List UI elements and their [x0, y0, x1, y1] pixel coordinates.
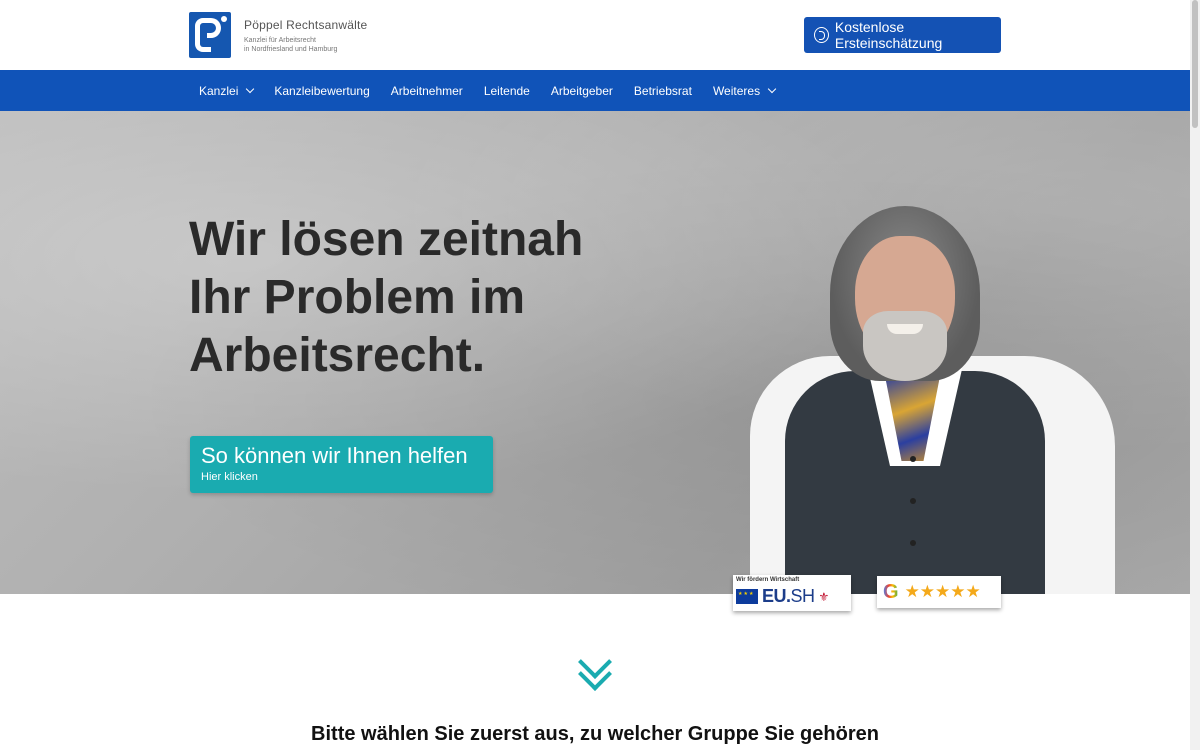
how-we-help-sublabel: Hier klicken [201, 471, 258, 483]
eu-sh-logo-bold: EU. [762, 586, 791, 606]
nav-label: Arbeitgeber [550, 83, 613, 98]
nav-label: Betriebsrat [633, 83, 692, 98]
free-assessment-label: Kostenlose Ersteinschätzung [834, 19, 943, 51]
page-scrollbar[interactable] [1190, 0, 1200, 750]
group-select-heading: Bitte wählen Sie zuerst aus, zu welcher … [311, 723, 879, 745]
google-logo-icon: G [883, 580, 899, 603]
eu-sh-logo-light: SH [790, 586, 816, 606]
site-logo[interactable]: Pöppel Rechtsanwälte Kanzlei für Arbeits… [189, 12, 369, 60]
main-nav: Kanzlei Kanzleibewertung Arbeitnehmer Le… [0, 70, 1190, 111]
chevron-down-icon [246, 84, 255, 94]
nav-item-arbeitgeber[interactable]: Arbeitgeber [551, 84, 613, 98]
hero-title-line-3: Arbeitsrecht. [189, 329, 486, 382]
nav-item-kanzlei[interactable]: Kanzlei [199, 83, 255, 98]
how-we-help-button[interactable]: So können wir Ihnen helfen Hier klicken [190, 436, 493, 493]
lawyer-portrait-image [745, 206, 1125, 594]
free-assessment-button[interactable]: Kostenlose Ersteinschätzung [804, 17, 1001, 53]
how-we-help-label: So können wir Ihnen helfen [201, 443, 468, 468]
nav-item-arbeitnehmer[interactable]: Arbeitnehmer [391, 84, 463, 98]
eu-flag-icon [736, 589, 758, 604]
nav-item-leitende[interactable]: Leitende [484, 84, 530, 98]
logo-text: Pöppel Rechtsanwälte Kanzlei für Arbeits… [244, 18, 367, 54]
nav-label: Leitende [483, 83, 530, 98]
eu-badge-caption: Wir fördern Wirtschaft [736, 577, 800, 583]
nav-item-weiteres[interactable]: Weiteres [712, 83, 777, 98]
nav-item-kanzleibewertung[interactable]: Kanzleibewertung [274, 84, 369, 98]
nav-label: Weiteres [712, 83, 761, 98]
google-rating-badge[interactable]: G ★★★★★ [877, 576, 1001, 608]
ear-icon [814, 27, 829, 43]
double-chevron-down-icon[interactable] [577, 645, 613, 696]
logo-title: Pöppel Rechtsanwälte [244, 18, 368, 32]
hero-title: Wir lösen zeitnah Ihr Problem im Arbeits… [189, 211, 609, 385]
scrollbar-thumb[interactable] [1192, 0, 1198, 128]
logo-subtitle-2: in Nordfriesland und Hamburg [244, 46, 338, 53]
hero-title-line-2: Ihr Problem im [189, 271, 526, 324]
nav-item-betriebsrat[interactable]: Betriebsrat [634, 84, 692, 98]
hero-section: Wir lösen zeitnah Ihr Problem im Arbeits… [0, 111, 1190, 594]
nav-label: Arbeitnehmer [390, 83, 463, 98]
sh-crest-icon: ⚜ [818, 589, 830, 604]
chevron-down-icon [767, 84, 777, 94]
site-header: Pöppel Rechtsanwälte Kanzlei für Arbeits… [0, 0, 1190, 70]
nav-label: Kanzleibewertung [274, 83, 370, 98]
nav-label: Kanzlei [199, 83, 239, 98]
eu-sh-funding-badge: Wir fördern Wirtschaft EU.SH ⚜ [733, 575, 851, 611]
logo-subtitle-1: Kanzlei für Arbeitsrecht [244, 37, 316, 44]
rating-stars: ★★★★★ [904, 582, 981, 601]
eu-sh-logo-text: EU.SH [762, 586, 815, 607]
logo-mark-icon [189, 12, 231, 58]
hero-title-line-1: Wir lösen zeitnah [189, 213, 584, 266]
